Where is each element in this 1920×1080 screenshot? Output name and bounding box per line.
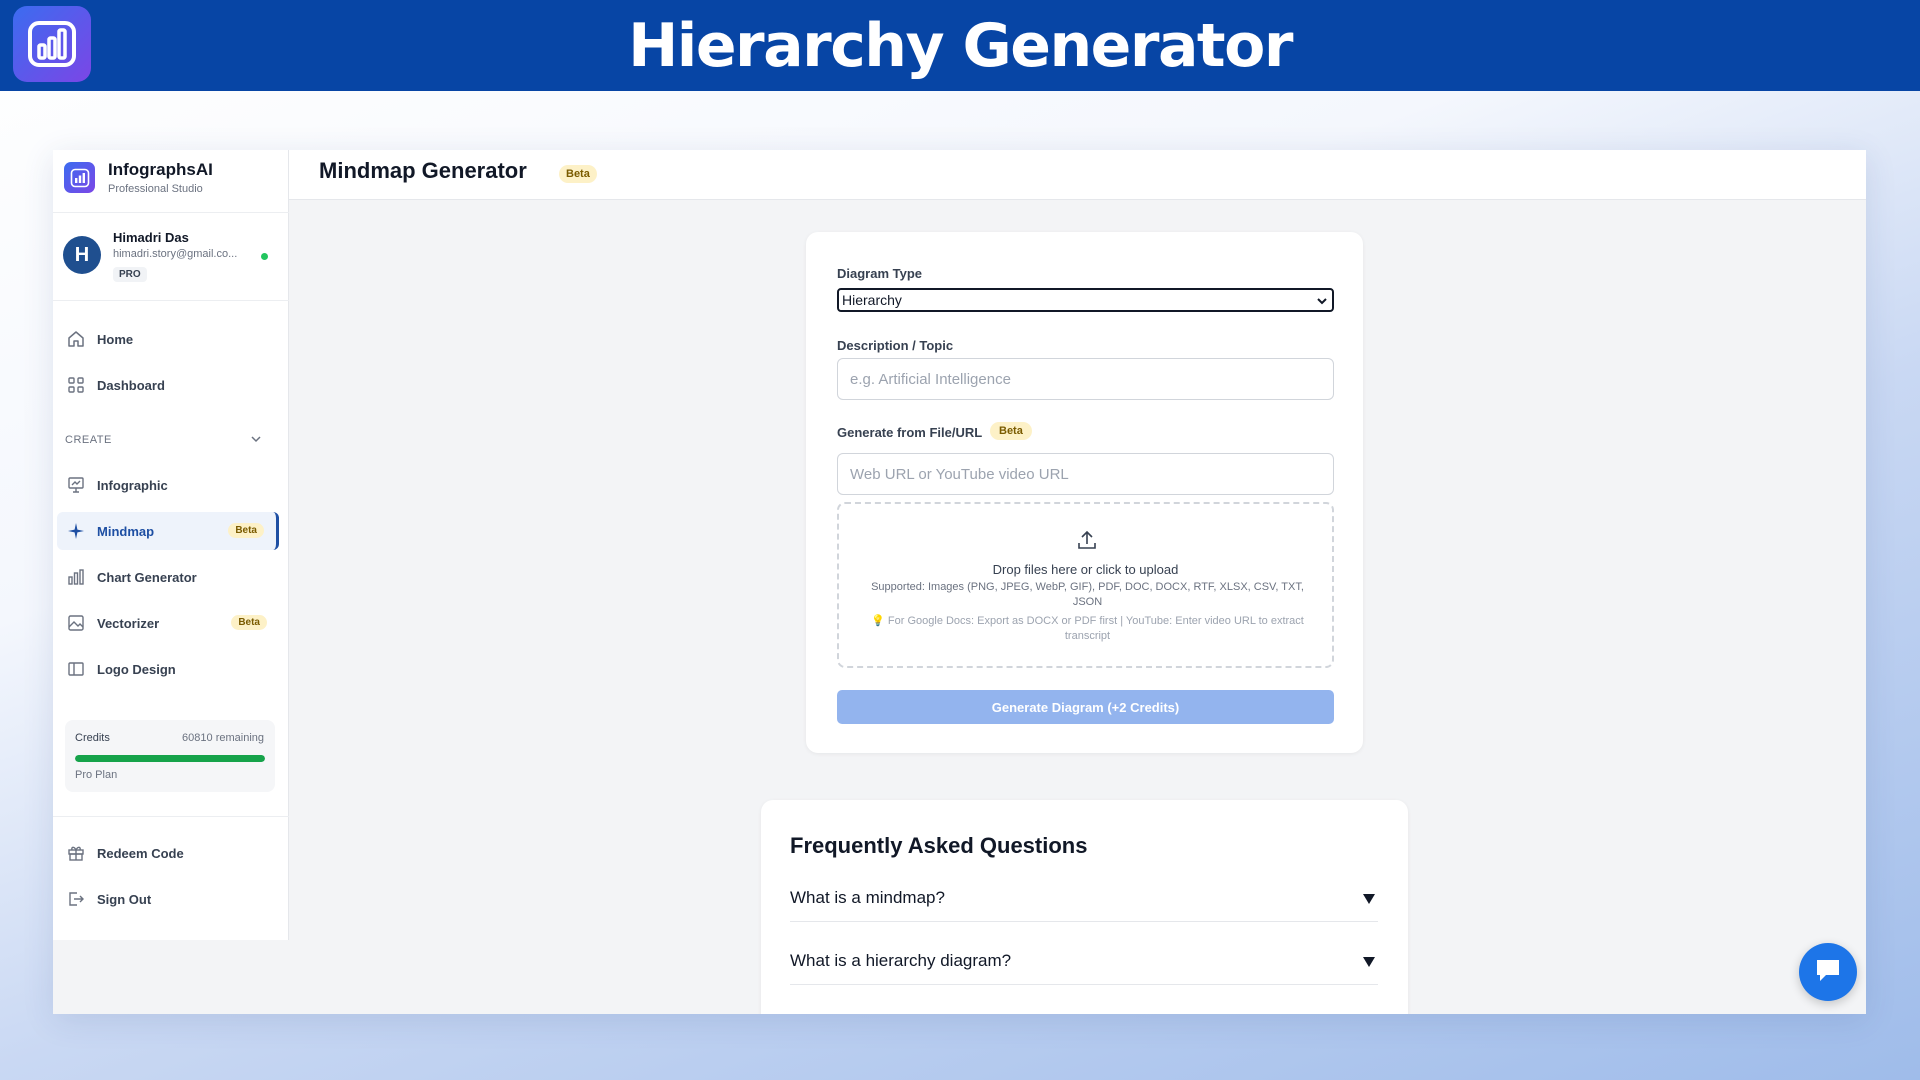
beta-badge: Beta (231, 615, 267, 630)
avatar: H (63, 236, 101, 274)
diagram-type-select[interactable]: Hierarchy (837, 288, 1334, 312)
sidebar-item-mindmap[interactable]: Mindmap Beta (57, 512, 279, 550)
book-icon (65, 658, 87, 680)
faq-item[interactable]: What is a mindmap? (790, 880, 1378, 922)
credits-progress-bar (75, 755, 265, 762)
plan-badge: PRO (113, 267, 147, 282)
user-name: Himadri Das (113, 230, 189, 245)
dropzone-tip-text: For Google Docs: Export as DOCX or PDF f… (887, 615, 1304, 642)
beta-badge: Beta (228, 523, 264, 538)
brand-subtitle: Professional Studio (108, 183, 203, 195)
sidebar-item-label: Redeem Code (97, 845, 184, 861)
top-banner: Hierarchy Generator (0, 0, 1920, 91)
credits-remaining: 60810 remaining (182, 732, 264, 744)
sidebar-item-label: Sign Out (97, 891, 152, 907)
section-create-label: CREATE (65, 434, 112, 446)
home-icon (65, 328, 87, 350)
sidebar-item-vectorizer[interactable]: Vectorizer Beta (57, 604, 279, 642)
sidebar-item-redeem-code[interactable]: Redeem Code (57, 834, 279, 872)
diagram-type-label: Diagram Type (837, 266, 923, 281)
sidebar-item-label: Vectorizer (97, 615, 160, 631)
diagram-type-value: Hierarchy (842, 292, 902, 308)
divider (53, 212, 289, 213)
sidebar-item-sign-out[interactable]: Sign Out (57, 880, 279, 918)
page-title: Mindmap Generator (319, 158, 527, 183)
sign-out-icon (65, 888, 87, 910)
beta-badge: Beta (559, 165, 597, 183)
faq-question: What is a hierarchy diagram? (790, 951, 1012, 970)
brand-name: InfographsAI (108, 160, 213, 179)
grid-icon (65, 374, 87, 396)
dropzone-tip: 💡 For Google Docs: Export as DOCX or PDF… (869, 614, 1306, 644)
sidebar: InfographsAI Professional Studio H Himad… (53, 150, 289, 940)
supported-formats-text: Supported: Images (PNG, JPEG, WebP, GIF)… (871, 581, 1304, 608)
chevron-down-icon (1316, 294, 1328, 310)
description-input[interactable] (837, 358, 1334, 400)
faq-question: What is a mindmap? (790, 888, 945, 907)
description-label: Description / Topic (837, 338, 954, 353)
url-input[interactable] (837, 453, 1334, 495)
chevron-down-icon[interactable] (249, 432, 263, 451)
beta-badge: Beta (990, 422, 1032, 440)
bar-chart-icon (65, 566, 87, 588)
sidebar-item-chart-generator[interactable]: Chart Generator (57, 558, 279, 596)
credits-panel: Credits 60810 remaining Pro Plan (65, 720, 275, 792)
file-dropzone[interactable]: Drop files here or click to upload Suppo… (837, 502, 1334, 668)
brand-logo-icon (64, 162, 95, 193)
brand[interactable]: InfographsAI Professional Studio (64, 160, 213, 195)
faq-item[interactable]: What is a hierarchy diagram? (790, 943, 1378, 985)
chat-icon (1813, 956, 1843, 989)
generator-form-card: Diagram Type Hierarchy Description / Top… (806, 232, 1363, 753)
online-status-dot (261, 253, 268, 260)
chat-button[interactable] (1799, 943, 1857, 1001)
banner-title: Hierarchy Generator (628, 10, 1293, 81)
upload-icon (1076, 529, 1098, 556)
caret-down-icon (1362, 955, 1376, 973)
page-header: Mindmap Generator Beta (289, 150, 1866, 200)
user-email: himadri.story@gmail.co... (113, 248, 238, 260)
sidebar-item-home[interactable]: Home (57, 320, 279, 358)
credits-plan: Pro Plan (75, 769, 118, 781)
faq-title: Frequently Asked Questions (790, 833, 1088, 858)
credits-progress-fill (75, 755, 265, 762)
caret-down-icon (1362, 892, 1376, 910)
app-window: InfographsAI Professional Studio H Himad… (53, 150, 1866, 1014)
sidebar-item-label: Home (97, 331, 134, 347)
divider (53, 300, 289, 301)
sidebar-item-logo-design[interactable]: Logo Design (57, 650, 279, 688)
sidebar-item-label: Infographic (97, 477, 168, 493)
sidebar-item-label: Chart Generator (97, 569, 197, 585)
sidebar-item-infographic[interactable]: Infographic (57, 466, 279, 504)
divider (53, 816, 289, 817)
sidebar-item-label: Mindmap (97, 523, 155, 539)
user-profile[interactable]: H Himadri Das himadri.story@gmail.co... … (63, 230, 279, 296)
bar-chart-icon (13, 6, 91, 82)
image-icon (65, 612, 87, 634)
sidebar-item-label: Logo Design (97, 661, 176, 677)
dropzone-text: Drop files here or click to upload (992, 562, 1179, 577)
file-url-label: Generate from File/URL (837, 425, 983, 440)
sidebar-item-label: Dashboard (97, 377, 165, 393)
sparkle-icon (65, 520, 87, 542)
generate-diagram-button[interactable]: Generate Diagram (+2 Credits) (837, 690, 1334, 724)
credits-label: Credits (75, 732, 110, 744)
gift-icon (65, 842, 87, 864)
lightbulb-icon: 💡 (871, 615, 885, 627)
presentation-icon (65, 474, 87, 496)
faq-section: Frequently Asked Questions What is a min… (761, 800, 1408, 1014)
sidebar-item-dashboard[interactable]: Dashboard (57, 366, 279, 404)
